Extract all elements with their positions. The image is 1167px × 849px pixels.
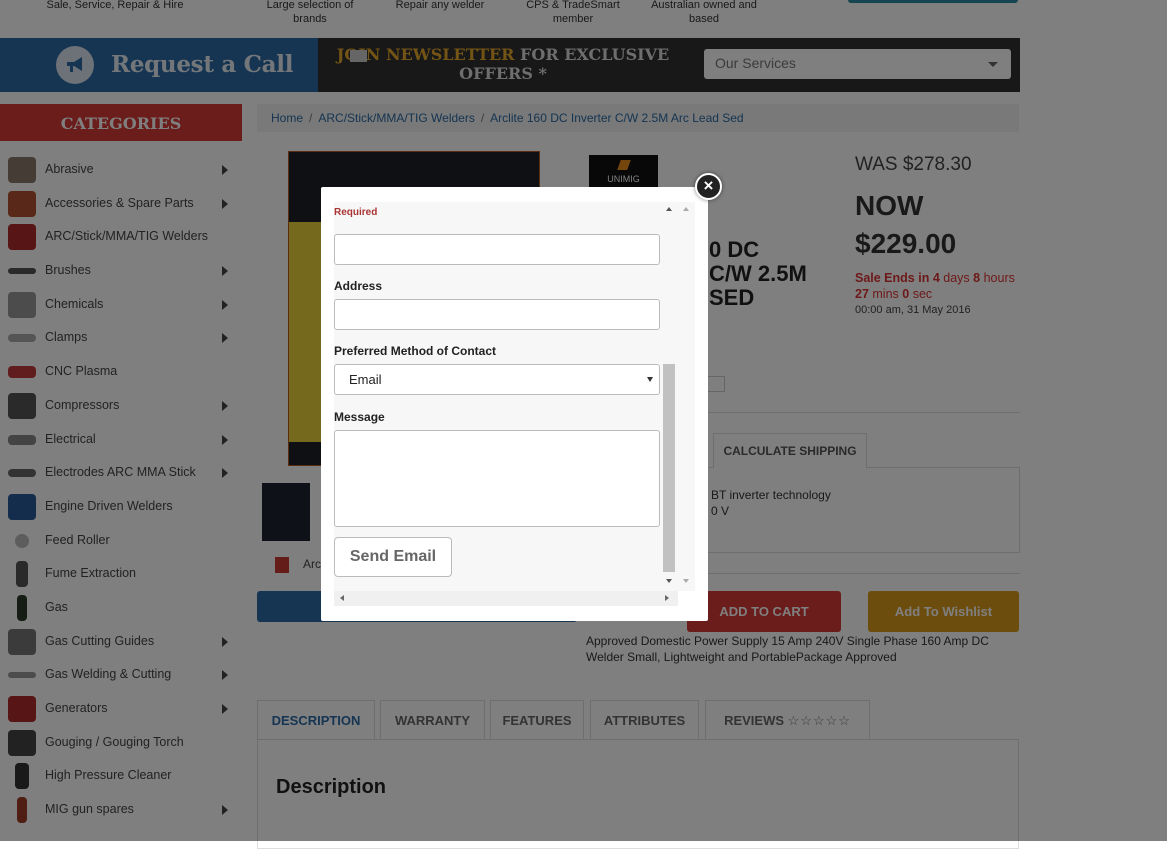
contact-method-select[interactable]: Email [334,364,660,395]
scroll-up-icon[interactable] [683,207,689,211]
form-scrollbar[interactable] [661,202,678,591]
horizontal-scrollbar[interactable] [334,591,678,606]
contact-form: Required Address Preferred Method of Con… [334,202,678,591]
name-field[interactable] [334,234,660,265]
outer-scrollbar[interactable] [678,202,695,591]
scroll-down-icon[interactable] [683,579,689,583]
chevron-down-icon [647,377,653,382]
contact-method-label: Preferred Method of Contact [334,344,497,358]
address-field[interactable] [334,299,660,330]
contact-method-value: Email [349,372,382,387]
close-icon[interactable]: × [695,173,722,200]
scroll-left-icon[interactable] [340,595,344,601]
address-label: Address [334,279,383,293]
scroll-down-icon[interactable] [666,579,672,583]
scroll-right-icon[interactable] [665,595,669,601]
scrollbar-thumb[interactable] [663,364,675,572]
required-label: Required [334,207,378,218]
scroll-up-icon[interactable] [666,207,672,211]
message-label: Message [334,410,385,424]
send-email-button[interactable]: Send Email [334,537,452,577]
message-textarea[interactable] [334,430,660,527]
